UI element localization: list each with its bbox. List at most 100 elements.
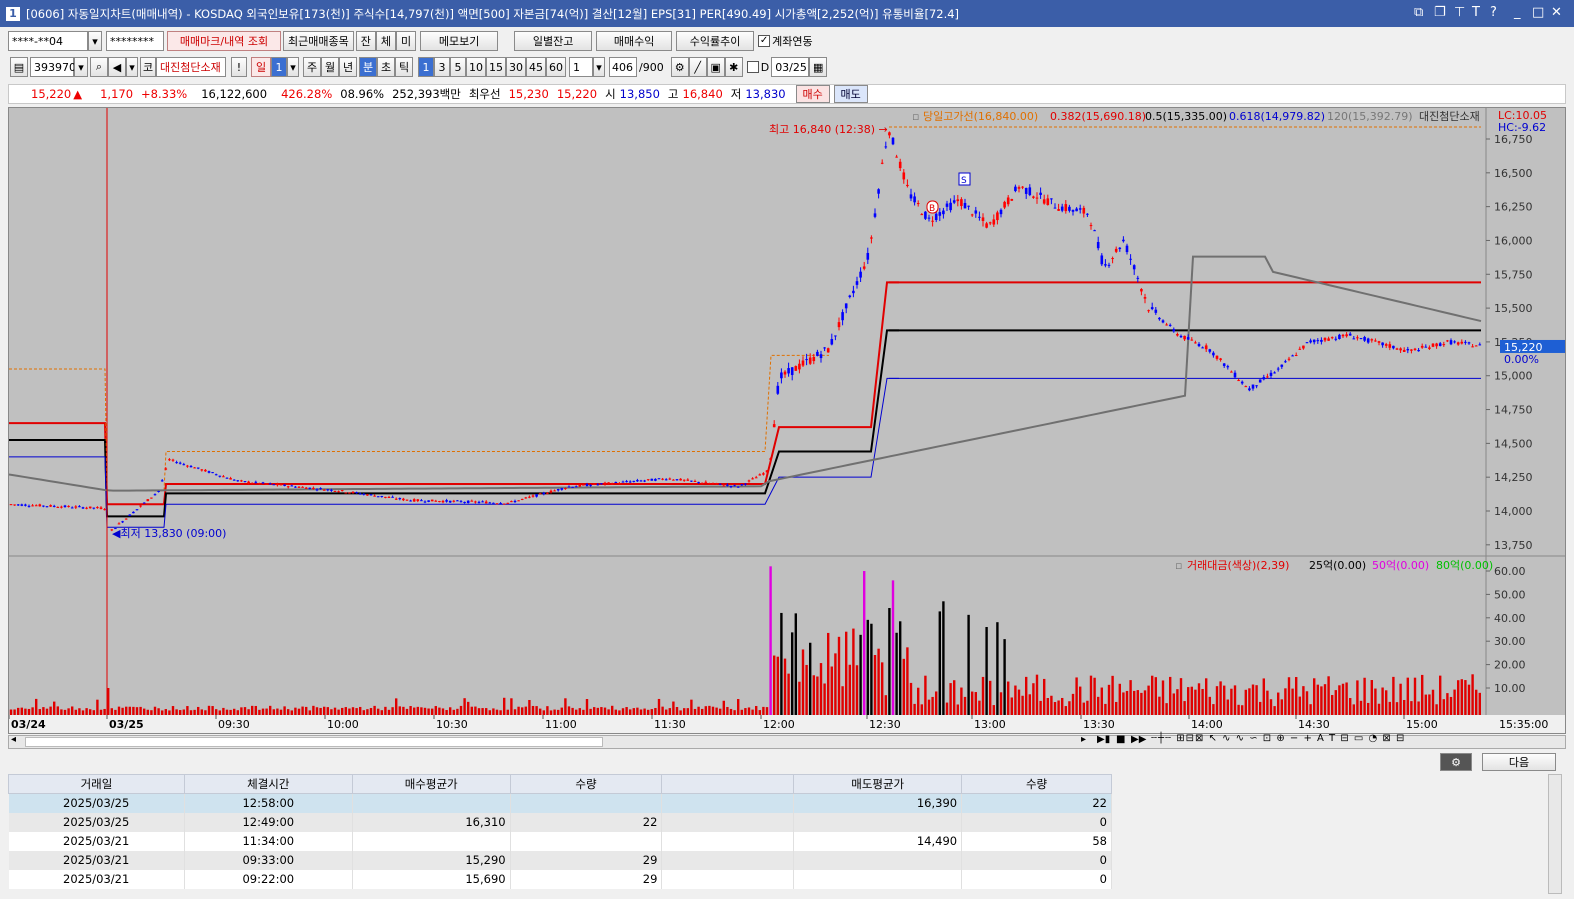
text-icon[interactable]: T bbox=[1472, 5, 1480, 20]
speaker-dropdown-icon[interactable]: ▾ bbox=[126, 57, 138, 77]
candle-body bbox=[538, 493, 542, 495]
chart-area[interactable]: 16,75016,50016,25016,00015,75015,50015,2… bbox=[8, 107, 1566, 734]
interval-dropdown-icon[interactable]: ▾ bbox=[593, 57, 605, 77]
code-dropdown-icon[interactable]: ▾ bbox=[74, 57, 88, 77]
daily-balance-button[interactable]: 일별잔고 bbox=[514, 31, 593, 51]
candle-body bbox=[452, 500, 456, 502]
pin-icon[interactable]: ⊤ bbox=[1454, 5, 1465, 20]
minimize-icon[interactable]: _ bbox=[1514, 5, 1521, 20]
calendar-icon[interactable]: ▦ bbox=[809, 57, 828, 77]
col-header[interactable] bbox=[661, 774, 795, 794]
stop-icon[interactable]: ■ bbox=[1116, 734, 1125, 745]
close-icon[interactable]: ✕ bbox=[1551, 5, 1562, 20]
scroll-left-icon[interactable]: ◂ bbox=[11, 734, 16, 745]
candle-body bbox=[826, 348, 830, 353]
vol-legend-50: 50억(0.00) bbox=[1372, 559, 1429, 572]
candle-body bbox=[351, 491, 355, 494]
account-input[interactable]: ****-**04 bbox=[8, 31, 88, 51]
recent-trades-button[interactable]: 최근매매종목 bbox=[283, 31, 354, 51]
col-header[interactable]: 체결시간 bbox=[183, 774, 353, 794]
restore-icon[interactable]: ❐ bbox=[1434, 5, 1446, 20]
interval-3[interactable]: 3 bbox=[434, 57, 450, 77]
password-input[interactable]: ******** bbox=[106, 31, 164, 51]
date-input[interactable]: 03/25 bbox=[771, 57, 810, 77]
candle-body bbox=[1363, 337, 1366, 341]
col-header[interactable]: 매도평균가 bbox=[793, 774, 963, 794]
table-row[interactable]: 2025/03/21 09:33:00 15,290 29 0 bbox=[8, 850, 1112, 870]
checkbox-icon[interactable]: ✓ bbox=[758, 35, 771, 47]
settings-icon[interactable]: ✱ bbox=[724, 57, 743, 77]
link-icon[interactable]: ⧉ bbox=[1414, 5, 1423, 20]
period-day[interactable]: 일 bbox=[251, 57, 271, 77]
interval-10[interactable]: 10 bbox=[466, 57, 486, 77]
volume-bar bbox=[1428, 694, 1431, 715]
volume-bar bbox=[1471, 674, 1474, 715]
col-header[interactable]: 수량 bbox=[961, 774, 1112, 794]
period-week[interactable]: 주 bbox=[303, 57, 321, 77]
candle-body bbox=[1384, 344, 1388, 346]
memo-button[interactable]: 메모보기 bbox=[420, 31, 499, 51]
period-minute[interactable]: 분 bbox=[359, 57, 377, 77]
candle-body bbox=[517, 500, 520, 502]
count-input[interactable]: 406 bbox=[609, 57, 637, 77]
table-scrollbar[interactable] bbox=[1548, 774, 1562, 894]
table-row[interactable]: 2025/03/21 11:34:00 14,490 58 bbox=[8, 831, 1112, 851]
help-icon[interactable]: ? bbox=[1490, 5, 1497, 20]
next-button[interactable]: 다음 bbox=[1482, 753, 1556, 771]
search-icon[interactable]: ⌕ bbox=[90, 57, 108, 77]
interval-45[interactable]: 45 bbox=[526, 57, 546, 77]
gear-icon[interactable]: ⚙ bbox=[1440, 753, 1472, 771]
return-trend-button[interactable]: 수익률추이 bbox=[676, 31, 755, 51]
next-icon[interactable]: ▶▶ bbox=[1131, 734, 1146, 745]
play-icon[interactable]: ▶▮ bbox=[1097, 734, 1110, 745]
table-row[interactable]: 2025/03/25 12:58:00 16,390 22 bbox=[8, 793, 1112, 813]
maximize-icon[interactable]: □ bbox=[1532, 5, 1544, 20]
scroll-thumb[interactable] bbox=[25, 737, 603, 747]
account-dropdown-icon[interactable]: ▾ bbox=[88, 31, 102, 51]
day-count[interactable]: 1 bbox=[271, 57, 287, 77]
trade-profit-button[interactable]: 매매수익 bbox=[596, 31, 673, 51]
col-header[interactable]: 거래일 bbox=[8, 774, 185, 794]
date-toggle[interactable]: D bbox=[746, 61, 769, 74]
interval-input[interactable]: 1 bbox=[569, 57, 593, 77]
interval-30[interactable]: 30 bbox=[506, 57, 526, 77]
period-year[interactable]: 년 bbox=[339, 57, 357, 77]
unexecuted-toggle[interactable]: 미 bbox=[395, 31, 417, 51]
table-row[interactable]: 2025/03/21 09:22:00 15,690 29 0 bbox=[8, 869, 1112, 889]
buy-button[interactable]: 매수 bbox=[795, 85, 830, 103]
interval-15[interactable]: 15 bbox=[486, 57, 506, 77]
volume-bar bbox=[380, 710, 383, 715]
save-icon[interactable]: ▣ bbox=[706, 57, 725, 77]
volume-bar bbox=[845, 631, 848, 715]
date-checkbox-icon[interactable] bbox=[746, 61, 759, 73]
chart-menu-icon[interactable]: ▤ bbox=[10, 57, 28, 77]
table-row[interactable]: 2025/03/25 12:49:00 16,310 22 0 bbox=[8, 812, 1112, 832]
day-count-dropdown-icon[interactable]: ▾ bbox=[287, 57, 299, 77]
query-button[interactable]: 매매마크/내역 조회 bbox=[167, 31, 281, 51]
balance-toggle[interactable]: 잔 bbox=[355, 31, 376, 51]
sell-button[interactable]: 매도 bbox=[833, 85, 868, 103]
period-month[interactable]: 월 bbox=[321, 57, 339, 77]
period-second[interactable]: 초 bbox=[377, 57, 395, 77]
alert-button[interactable]: ! bbox=[231, 57, 247, 77]
interval-1[interactable]: 1 bbox=[418, 57, 434, 77]
account-link-toggle[interactable]: ✓ 계좌연동 bbox=[758, 33, 813, 49]
scroll-right-icon[interactable]: ▸ bbox=[1081, 734, 1086, 745]
indicator-icon[interactable]: ⚙ bbox=[670, 57, 689, 77]
speaker-icon[interactable]: ◀ bbox=[108, 57, 126, 77]
col-header[interactable]: 수량 bbox=[509, 774, 663, 794]
horizontal-scrollbar[interactable]: ◂ ▸ ▶▮ ■ ▶▶ ┄┼┄ ⊞⊟⊠ ↖ ∿ ∿ ∽ ⊡ ⊕ − + A T … bbox=[8, 733, 1566, 749]
drawing-tools-icon[interactable]: ┄┼┄ ⊞⊟⊠ ↖ ∿ ∿ ∽ ⊡ ⊕ − + A T ⊟ ▭ ◔ ⊠ ⊟ bbox=[1151, 733, 1405, 744]
line-tool-icon[interactable]: ╱ bbox=[688, 57, 707, 77]
volume-bar bbox=[179, 710, 182, 715]
open-price: 13,850 bbox=[619, 87, 660, 101]
stock-code-input[interactable]: 393970 bbox=[30, 57, 76, 77]
interval-60[interactable]: 60 bbox=[546, 57, 566, 77]
price-chart-svg[interactable]: 16,75016,50016,25016,00015,75015,50015,2… bbox=[8, 108, 1566, 733]
volume-bar bbox=[143, 708, 146, 715]
interval-5[interactable]: 5 bbox=[450, 57, 466, 77]
period-tick[interactable]: 틱 bbox=[395, 57, 413, 77]
candle-body bbox=[322, 489, 326, 491]
col-header[interactable]: 매수평균가 bbox=[351, 774, 511, 794]
executed-toggle[interactable]: 체 bbox=[375, 31, 396, 51]
